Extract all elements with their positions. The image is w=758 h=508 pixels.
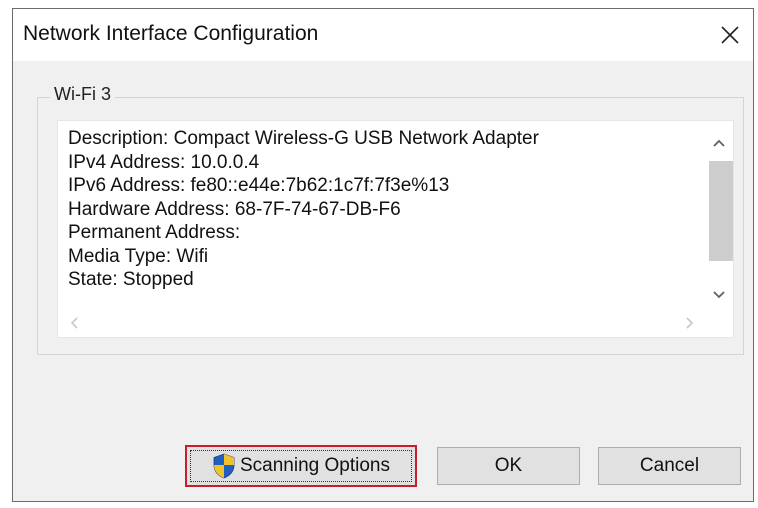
vertical-scroll-thumb[interactable] bbox=[709, 161, 733, 261]
detail-line-description: Description: Compact Wireless-G USB Netw… bbox=[68, 128, 539, 149]
chevron-right-icon bbox=[686, 317, 694, 329]
dialog-title: Network Interface Configuration bbox=[23, 22, 319, 45]
scanning-options-button[interactable]: Scanning Options bbox=[185, 445, 417, 487]
shield-icon bbox=[213, 453, 235, 479]
scanning-options-label: Scanning Options bbox=[240, 455, 390, 476]
title-bar: Network Interface Configuration bbox=[13, 9, 753, 61]
close-button[interactable] bbox=[707, 9, 753, 61]
detail-line-ipv6: IPv6 Address: fe80::e44e:7b62:1c7f:7f3e%… bbox=[68, 175, 450, 196]
chevron-left-icon bbox=[70, 317, 78, 329]
chevron-down-icon bbox=[713, 291, 725, 299]
horizontal-scrollbar[interactable] bbox=[58, 309, 706, 337]
scroll-left-button[interactable] bbox=[60, 309, 88, 337]
network-interface-dialog: Network Interface Configuration Wi-Fi 3 … bbox=[12, 8, 754, 502]
ok-label: OK bbox=[494, 455, 523, 476]
cancel-label: Cancel bbox=[639, 455, 700, 476]
detail-line-ipv4: IPv4 Address: 10.0.0.4 bbox=[68, 151, 260, 173]
details-text: Description: Compact Wireless-G USB Netw… bbox=[68, 127, 688, 292]
scroll-right-button[interactable] bbox=[676, 309, 704, 337]
detail-line-permanent-address: Permanent Address: bbox=[68, 222, 241, 243]
interface-details-textbox[interactable]: Description: Compact Wireless-G USB Netw… bbox=[57, 120, 734, 338]
ok-button[interactable]: OK bbox=[437, 447, 580, 485]
detail-line-state: State: Stopped bbox=[68, 269, 194, 290]
scroll-up-button[interactable] bbox=[705, 129, 733, 157]
scroll-down-button[interactable] bbox=[705, 281, 733, 309]
scanning-options-focus-rect: Scanning Options bbox=[190, 450, 412, 482]
chevron-up-icon bbox=[713, 139, 725, 147]
group-label: Wi-Fi 3 bbox=[50, 84, 115, 105]
vertical-scrollbar[interactable] bbox=[705, 121, 733, 311]
close-icon bbox=[721, 26, 739, 44]
cancel-button[interactable]: Cancel bbox=[598, 447, 741, 485]
detail-line-media-type: Media Type: Wifi bbox=[68, 245, 209, 267]
detail-line-hardware-address: Hardware Address: 68-7F-74-67-DB-F6 bbox=[68, 198, 401, 220]
wifi-group-box: Wi-Fi 3 Description: Compact Wireless-G … bbox=[37, 84, 744, 355]
